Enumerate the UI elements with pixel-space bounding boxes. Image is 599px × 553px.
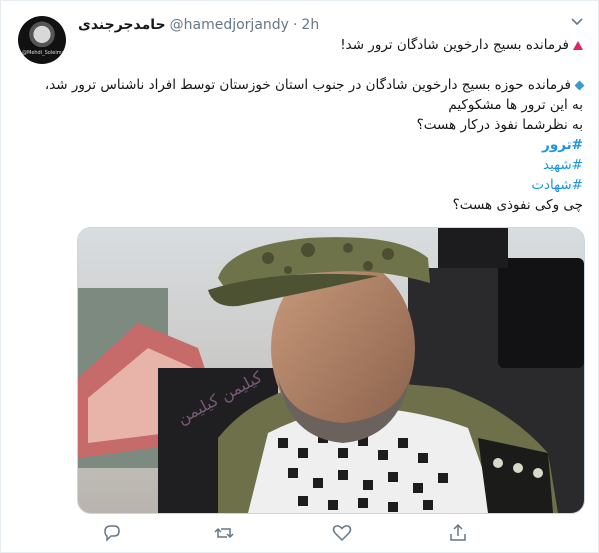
tweet-header: حامدجرجندی @hamedjorjandy · 2h — [78, 15, 319, 35]
tweet-line-5: چی وکی نفوذی هست؟ — [452, 197, 583, 213]
tweet-line-4: به نظرشما نفوذ درکار هست؟ — [416, 117, 583, 133]
hashtag-link[interactable]: #ترور — [78, 135, 583, 155]
retweet-icon[interactable] — [213, 522, 235, 544]
tweet-text: فرمانده بسیج دارخوین شادگان ترور شد! فرم… — [45, 35, 585, 215]
tweet-line-2: فرمانده حوزه بسیج دارخوین شادگان در جنوب… — [45, 75, 585, 95]
tweet-photo[interactable]: کیلیمن کیلیمن — [77, 227, 585, 514]
share-icon[interactable] — [447, 522, 469, 544]
reply-icon[interactable] — [101, 522, 123, 544]
author-name[interactable]: حامدجرجندی — [78, 17, 166, 33]
chevron-down-icon[interactable] — [570, 17, 584, 27]
blue-diamond-icon — [574, 80, 585, 90]
heart-icon[interactable] — [331, 522, 353, 544]
tweet-line-3: به این ترور ها مشکوکیم — [448, 97, 583, 113]
photo-illustration — [78, 228, 584, 513]
avatar-caption: @Mehdi_Soleimani — [22, 50, 66, 56]
avatar[interactable]: @Mehdi_Soleimani — [18, 16, 66, 64]
red-triangle-icon — [573, 40, 583, 50]
tweet-line-1: فرمانده بسیج دارخوین شادگان ترور شد! — [78, 35, 583, 55]
headline: فرمانده بسیج دارخوین شادگان ترور شد! — [340, 37, 569, 53]
tweet-card[interactable]: @Mehdi_Soleimani حامدجرجندی @hamedjorjan… — [0, 0, 599, 553]
separator-dot: · — [292, 17, 298, 33]
tweet-actions — [101, 522, 581, 546]
author-handle[interactable]: @hamedjorjandy — [170, 17, 289, 33]
hashtag-link[interactable]: #شهید — [78, 155, 583, 175]
hashtag-link[interactable]: #شهادت — [78, 175, 583, 195]
timestamp[interactable]: 2h — [301, 17, 319, 33]
